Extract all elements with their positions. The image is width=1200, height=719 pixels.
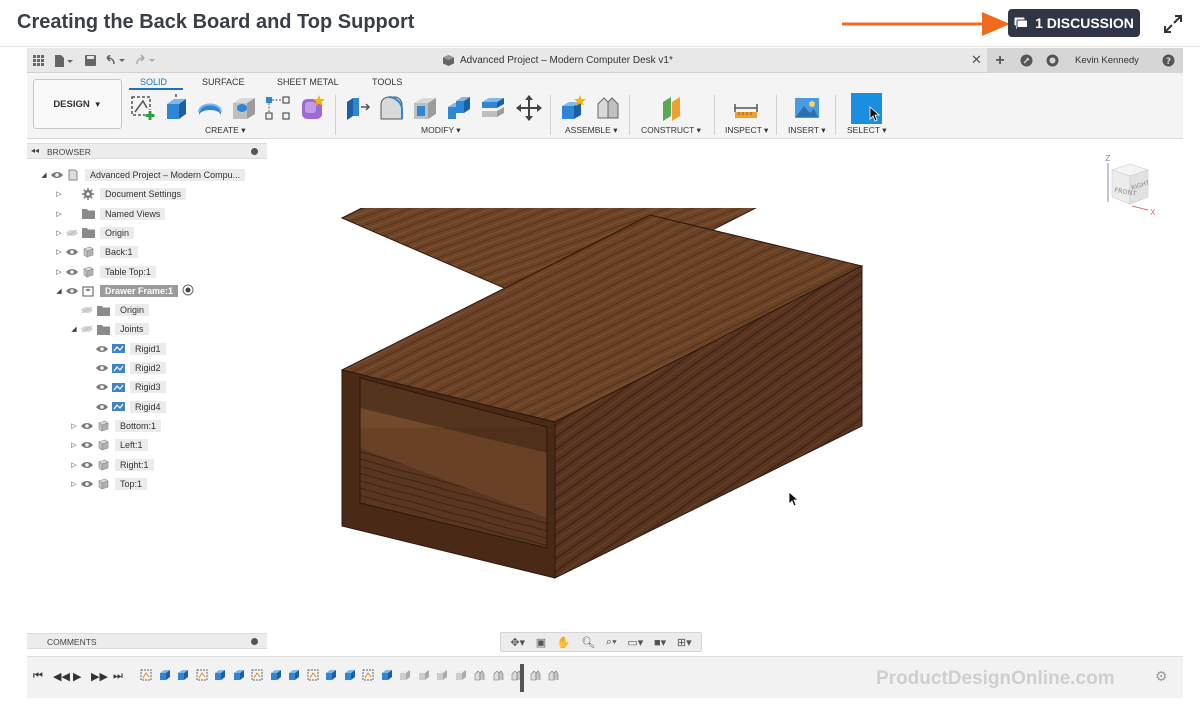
timeline-extrude-icon[interactable] <box>325 669 337 681</box>
timeline-extrude-icon[interactable] <box>233 669 245 681</box>
chat-icon <box>1014 17 1029 29</box>
fusion-app: Advanced Project – Modern Computer Desk … <box>27 48 1183 698</box>
timeline-extrude-icon[interactable] <box>344 669 356 681</box>
last-step-icon[interactable]: ⏭ <box>113 670 123 683</box>
play-icon[interactable]: ▶ <box>73 670 81 683</box>
annotation-arrow <box>842 12 1010 36</box>
timeline-extrude-icon[interactable] <box>159 669 171 681</box>
timeline: ⏮ ◀◀ ▶ ▶▶ ⏭ ProductDesignOnline.com ⚙ <box>27 656 1183 698</box>
timeline-joint-icon[interactable] <box>547 669 559 681</box>
timeline-component-icon[interactable] <box>418 669 430 681</box>
timeline-component-icon[interactable] <box>399 669 411 681</box>
previous-step-icon[interactable]: ◀◀ <box>53 670 70 683</box>
timeline-sketch-icon[interactable] <box>307 669 319 681</box>
discussion-button[interactable]: 1 DISCUSSION <box>1008 9 1140 37</box>
timeline-component-icon[interactable] <box>455 669 467 681</box>
timeline-extrude-icon[interactable] <box>288 669 300 681</box>
watermark: ProductDesignOnline.com <box>876 668 1115 689</box>
timeline-sketch-icon[interactable] <box>362 669 374 681</box>
next-step-icon[interactable]: ▶▶ <box>91 670 108 683</box>
expand-icon[interactable] <box>1162 13 1184 35</box>
timeline-joint-icon[interactable] <box>529 669 541 681</box>
timeline-joint-icon[interactable] <box>492 669 504 681</box>
timeline-sketch-icon[interactable] <box>251 669 263 681</box>
timeline-extrude-icon[interactable] <box>270 669 282 681</box>
timeline-sketch-icon[interactable] <box>196 669 208 681</box>
timeline-extrude-icon[interactable] <box>177 669 189 681</box>
timeline-settings-icon[interactable]: ⚙ <box>1155 668 1168 685</box>
discussion-label: 1 DISCUSSION <box>1035 15 1134 31</box>
lesson-header: Creating the Back Board and Top Support … <box>0 0 1200 47</box>
mouse-cursor-icon <box>788 491 800 507</box>
timeline-extrude-icon[interactable] <box>214 669 226 681</box>
lesson-title: Creating the Back Board and Top Support <box>17 11 415 33</box>
timeline-extrude-icon[interactable] <box>381 669 393 681</box>
timeline-joint-icon[interactable] <box>473 669 485 681</box>
drawer-frame-body <box>340 214 864 579</box>
timeline-marker[interactable] <box>520 664 524 692</box>
timeline-component-icon[interactable] <box>436 669 448 681</box>
page: Creating the Back Board and Top Support … <box>0 0 1200 719</box>
first-step-icon[interactable]: ⏮ <box>33 670 43 683</box>
timeline-sketch-icon[interactable] <box>140 669 152 681</box>
